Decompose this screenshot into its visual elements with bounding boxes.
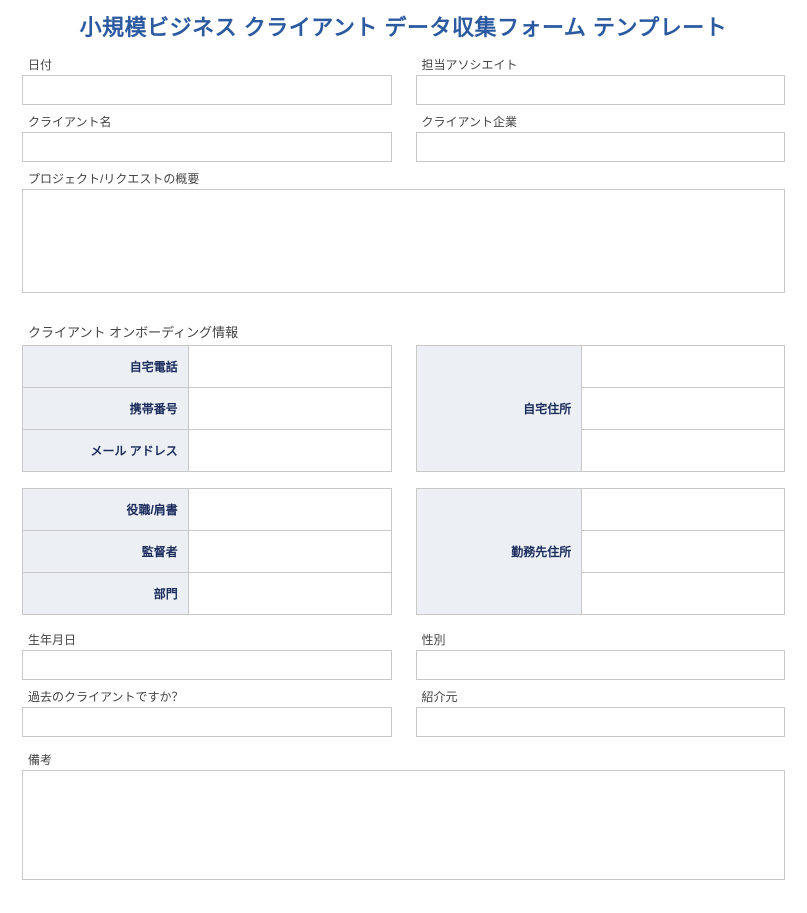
project-summary-input[interactable]: [22, 189, 785, 293]
supervisor-label: 監督者: [23, 531, 189, 573]
home-address-input-1[interactable]: [582, 346, 784, 387]
form-title: 小規模ビジネス クライアント データ収集フォーム テンプレート: [18, 10, 789, 42]
title-position-label: 役職/肩書: [23, 489, 189, 531]
email-input[interactable]: [189, 430, 391, 471]
supervisor-input[interactable]: [189, 531, 391, 572]
referral-label: 紹介元: [416, 688, 786, 705]
work-table: 役職/肩書 監督者 部門: [22, 488, 392, 615]
contact-table: 自宅電話 携帯番号 メール アドレス: [22, 345, 392, 472]
mobile-label: 携帯番号: [23, 388, 189, 430]
home-address-label: 自宅住所: [416, 346, 582, 472]
referral-input[interactable]: [416, 707, 786, 737]
work-address-input-3[interactable]: [582, 573, 784, 614]
notes-label: 備考: [22, 751, 785, 768]
onboarding-header: クライアント オンボーディング情報: [28, 322, 789, 341]
work-address-input-1[interactable]: [582, 489, 784, 530]
associate-label: 担当アソシエイト: [416, 56, 786, 73]
home-address-input-2[interactable]: [582, 388, 784, 429]
mobile-input[interactable]: [189, 388, 391, 429]
date-label: 日付: [22, 56, 392, 73]
associate-input[interactable]: [416, 75, 786, 105]
gender-label: 性別: [416, 631, 786, 648]
gender-input[interactable]: [416, 650, 786, 680]
department-label: 部門: [23, 573, 189, 615]
work-address-table: 勤務先住所: [416, 488, 786, 615]
home-phone-input[interactable]: [189, 346, 391, 387]
client-name-input[interactable]: [22, 132, 392, 162]
date-input[interactable]: [22, 75, 392, 105]
department-input[interactable]: [189, 573, 391, 614]
email-label: メール アドレス: [23, 430, 189, 472]
project-summary-label: プロジェクト/リクエストの概要: [22, 170, 785, 187]
client-company-label: クライアント企業: [416, 113, 786, 130]
work-address-input-2[interactable]: [582, 531, 784, 572]
home-address-table: 自宅住所: [416, 345, 786, 472]
work-address-label: 勤務先住所: [416, 489, 582, 615]
client-name-label: クライアント名: [22, 113, 392, 130]
notes-input[interactable]: [22, 770, 785, 880]
dob-label: 生年月日: [22, 631, 392, 648]
home-phone-label: 自宅電話: [23, 346, 189, 388]
home-address-input-3[interactable]: [582, 430, 784, 471]
past-client-label: 過去のクライアントですか？: [22, 688, 392, 705]
client-company-input[interactable]: [416, 132, 786, 162]
dob-input[interactable]: [22, 650, 392, 680]
past-client-input[interactable]: [22, 707, 392, 737]
title-position-input[interactable]: [189, 489, 391, 530]
